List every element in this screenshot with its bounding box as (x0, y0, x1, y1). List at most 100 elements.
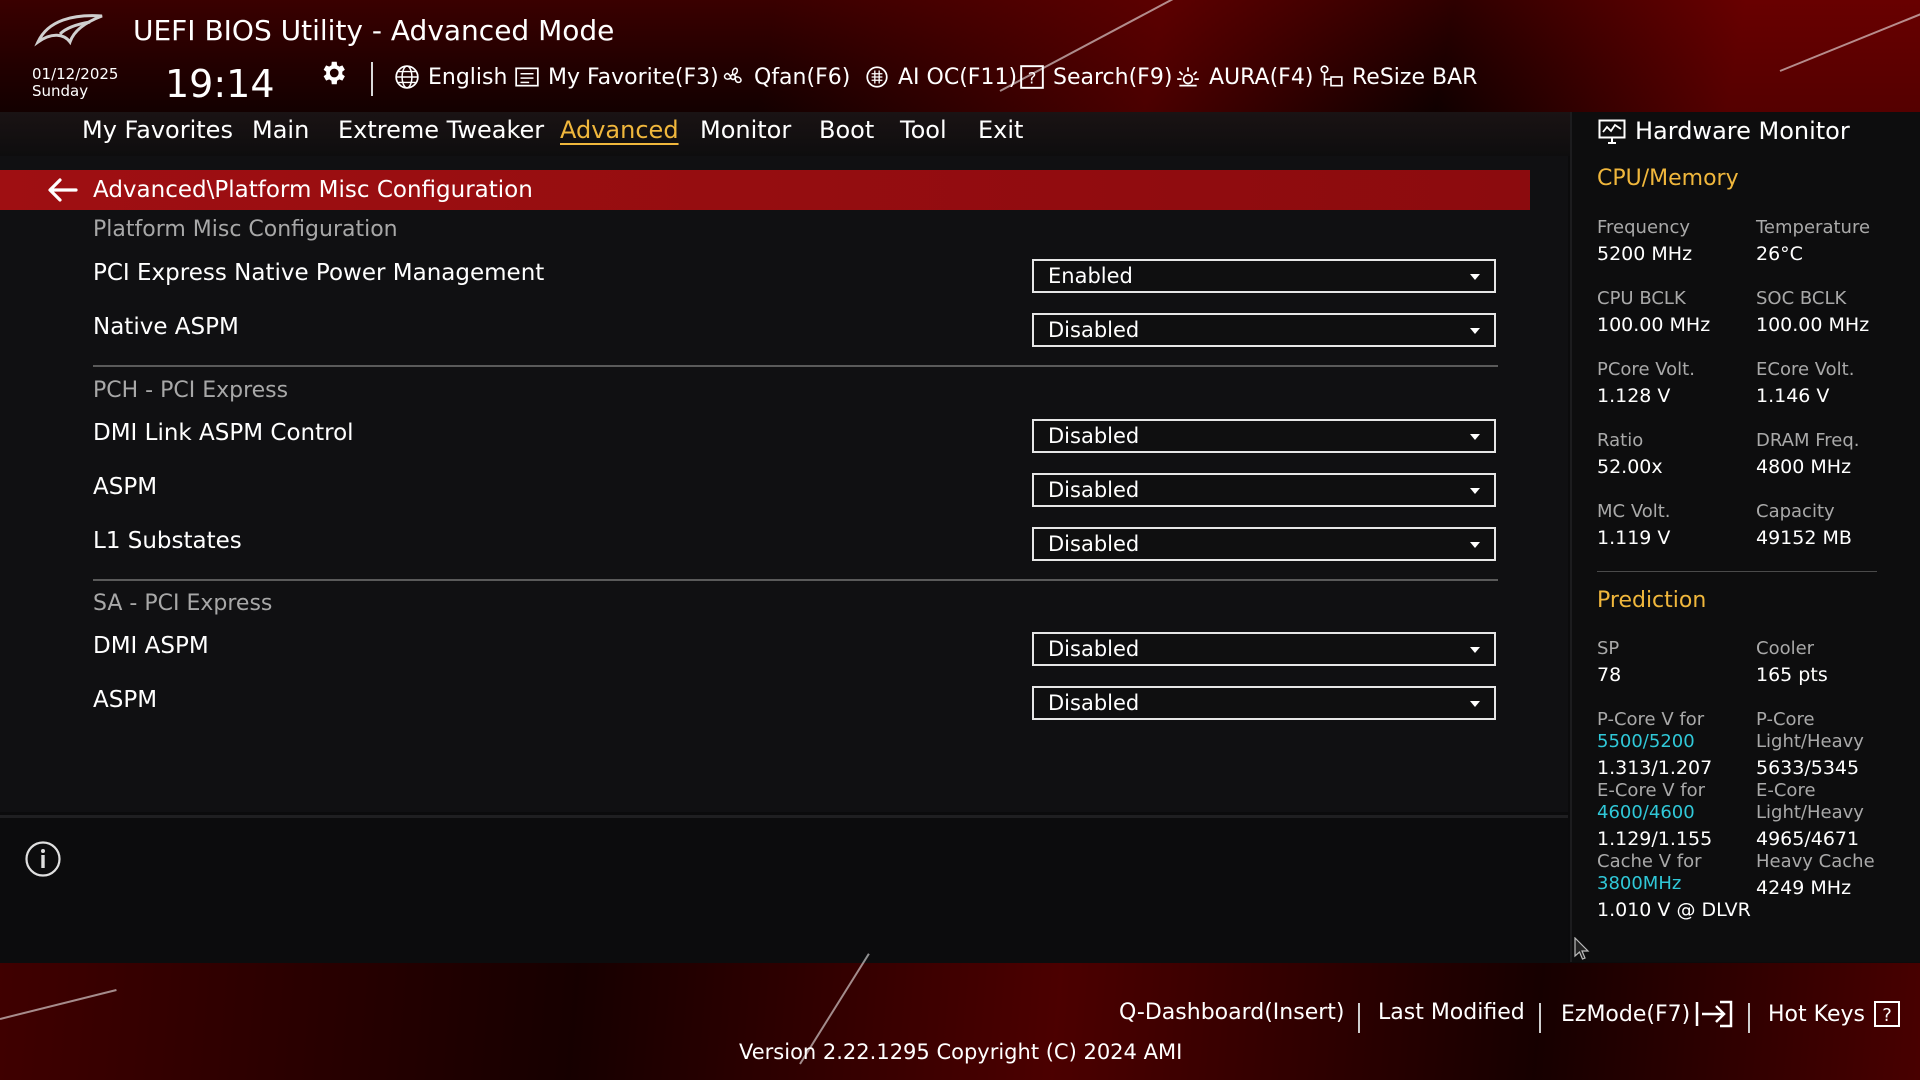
breadcrumb: Advanced\Platform Misc Configuration (93, 177, 533, 203)
sp-label: SP (1597, 638, 1620, 659)
dropdown-pch-aspm[interactable]: Disabled (1032, 473, 1496, 507)
tab-monitor[interactable]: Monitor (700, 116, 791, 144)
search-button[interactable]: ? Search(F9) (1019, 58, 1172, 96)
dropdown-dmi-aspm[interactable]: Disabled (1032, 632, 1496, 666)
cache-v-label: Cache V for (1597, 851, 1702, 872)
footer-separator (1358, 1003, 1360, 1033)
date-text: 01/12/2025 (32, 65, 119, 83)
rog-logo-icon (34, 14, 103, 47)
tab-extreme-tweaker[interactable]: Extreme Tweaker (338, 116, 544, 144)
section-title-pch-pcie: PCH - PCI Express (93, 378, 289, 403)
ecore-v-frequency: 4600/4600 (1597, 802, 1695, 823)
clock-display[interactable]: 19:14 (165, 62, 275, 106)
ai-oc-label: AI OC(F11) (898, 64, 1018, 90)
hot-keys-label: Hot Keys (1768, 1001, 1865, 1027)
dropdown-pcie-native-pm[interactable]: Enabled (1032, 259, 1496, 293)
soc-bclk-label: SOC BCLK (1756, 288, 1847, 309)
tab-advanced[interactable]: Advanced (560, 116, 679, 144)
ecore-lh-label-2: Light/Heavy (1756, 802, 1864, 823)
decor-streak (1779, 10, 1920, 72)
tab-boot[interactable]: Boot (819, 116, 874, 144)
exit-arrow-icon (1695, 1000, 1733, 1028)
last-modified-button[interactable]: Last Modified (1378, 1000, 1525, 1025)
cpu-memory-heading: CPU/Memory (1597, 166, 1739, 191)
back-arrow-icon[interactable] (46, 176, 78, 204)
dropdown-value: Disabled (1048, 532, 1140, 556)
ezmode-button[interactable]: EzMode(F7) (1561, 1000, 1734, 1028)
pcore-lh-label-2: Light/Heavy (1756, 731, 1864, 752)
my-favorite-label: My Favorite(F3) (548, 64, 719, 90)
ecore-v-label: E-Core V for (1597, 780, 1706, 801)
decor-streak (0, 988, 117, 1020)
setting-label-dmi-aspm[interactable]: DMI ASPM (93, 633, 209, 659)
monitor-icon (1598, 119, 1626, 144)
temperature-value: 26°C (1756, 243, 1803, 265)
caret-down-icon (1470, 701, 1480, 707)
tab-tool[interactable]: Tool (900, 116, 947, 144)
setting-label-pch-aspm[interactable]: ASPM (93, 474, 157, 500)
qfan-button[interactable]: Qfan(F6) (720, 58, 850, 96)
dropdown-dmi-link-aspm[interactable]: Disabled (1032, 419, 1496, 453)
gear-icon[interactable] (318, 58, 348, 88)
cooler-label: Cooler (1756, 638, 1815, 659)
heavy-cache-label: Heavy Cache (1756, 851, 1875, 872)
resize-bar-button[interactable]: ReSize BAR (1318, 58, 1477, 96)
dropdown-sa-aspm[interactable]: Disabled (1032, 686, 1496, 720)
caret-down-icon (1470, 328, 1480, 334)
caret-down-icon (1470, 434, 1480, 440)
qfan-label: Qfan(F6) (754, 64, 851, 90)
frequency-label: Frequency (1597, 217, 1690, 238)
version-text: Version 2.22.1295 Copyright (C) 2024 AMI (739, 1040, 1183, 1064)
footer-separator (1539, 1003, 1541, 1033)
dram-freq-label: DRAM Freq. (1756, 430, 1860, 451)
search-label: Search(F9) (1053, 64, 1173, 90)
setting-label-pcie-native-pm[interactable]: PCI Express Native Power Management (93, 260, 544, 286)
temperature-label: Temperature (1756, 217, 1871, 238)
tab-my-favorites[interactable]: My Favorites (82, 116, 233, 144)
pcore-lh-label: P-Core (1756, 709, 1815, 730)
ratio-value: 52.00x (1597, 456, 1663, 478)
section-title-sa-pcie: SA - PCI Express (93, 591, 273, 616)
ai-oc-button[interactable]: AI OC(F11) (864, 58, 1017, 96)
pcore-v-value: 1.313/1.207 (1597, 757, 1713, 779)
hot-keys-button[interactable]: Hot Keys ? (1768, 1000, 1901, 1028)
ecore-volt-label: ECore Volt. (1756, 359, 1855, 380)
dropdown-value: Enabled (1048, 264, 1133, 288)
setting-label-l1-substates[interactable]: L1 Substates (93, 528, 242, 554)
hardware-monitor-title: Hardware Monitor (1635, 117, 1850, 145)
svg-text:?: ? (1028, 69, 1037, 88)
resize-bar-label: ReSize BAR (1352, 64, 1478, 90)
search-help-icon: ? (1020, 65, 1044, 89)
dropdown-value: Disabled (1048, 318, 1140, 342)
dropdown-l1-substates[interactable]: Disabled (1032, 527, 1496, 561)
setting-label-dmi-link-aspm[interactable]: DMI Link ASPM Control (93, 420, 354, 446)
day-text: Sunday (32, 82, 89, 100)
pcore-volt-label: PCore Volt. (1597, 359, 1695, 380)
setting-label-native-aspm[interactable]: Native ASPM (93, 314, 239, 340)
setting-label-sa-aspm[interactable]: ASPM (93, 687, 157, 713)
dropdown-native-aspm[interactable]: Disabled (1032, 313, 1496, 347)
language-button[interactable]: English (394, 58, 507, 96)
soc-bclk-value: 100.00 MHz (1756, 314, 1870, 336)
help-panel (0, 815, 1568, 966)
q-dashboard-button[interactable]: Q-Dashboard(Insert) (1119, 1000, 1345, 1025)
pcore-v-frequency: 5500/5200 (1597, 731, 1695, 752)
section-title-platform-misc: Platform Misc Configuration (93, 217, 398, 242)
ecore-lh-label: E-Core (1756, 780, 1816, 801)
tab-exit[interactable]: Exit (978, 116, 1023, 144)
footer-separator (1748, 1003, 1750, 1033)
caret-down-icon (1470, 488, 1480, 494)
cpu-bclk-label: CPU BCLK (1597, 288, 1686, 309)
tab-main[interactable]: Main (252, 116, 309, 144)
capacity-value: 49152 MB (1756, 527, 1852, 549)
aura-light-icon (1177, 67, 1199, 87)
capacity-label: Capacity (1756, 501, 1835, 522)
resize-bar-icon (1320, 65, 1343, 87)
prediction-heading: Prediction (1597, 588, 1707, 613)
aura-button[interactable]: AURA(F4) (1175, 58, 1313, 96)
my-favorite-button[interactable]: My Favorite(F3) (514, 58, 719, 96)
section-divider (93, 579, 1498, 581)
dropdown-value: Disabled (1048, 478, 1140, 502)
pcore-lh-value: 5633/5345 (1756, 757, 1860, 779)
help-question-icon: ? (1873, 1001, 1900, 1027)
